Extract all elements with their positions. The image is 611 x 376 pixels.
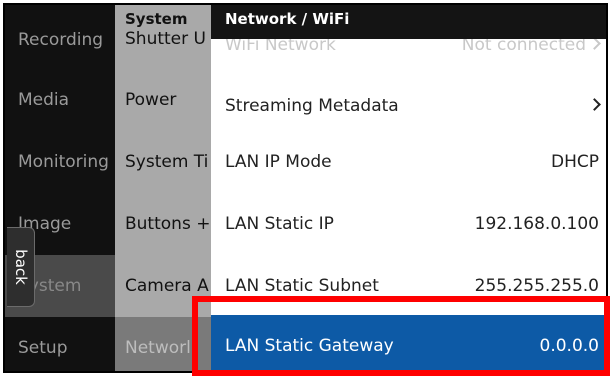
back-button-label: back [11, 249, 30, 285]
setting-value [586, 75, 601, 137]
setting-value: 192.168.0.100 [474, 214, 599, 234]
setting-label: LAN Static Subnet [225, 276, 379, 296]
setting-row-lan-ip-mode[interactable]: LAN IP Mode DHCP [211, 131, 606, 193]
setting-label: LAN IP Mode [225, 152, 332, 172]
setting-value: DHCP [551, 152, 599, 172]
setting-label: LAN Static IP [225, 214, 334, 234]
setting-label: Streaming Metadata [225, 96, 399, 116]
submenu-item-system-time[interactable]: System Ti [115, 131, 215, 193]
submenu-item-camera[interactable]: Camera A [115, 255, 215, 317]
setting-row-streaming-metadata[interactable]: Streaming Metadata [211, 75, 606, 137]
setting-value: 0.0.0.0 [539, 336, 599, 356]
setting-row-lan-static-ip[interactable]: LAN Static IP 192.168.0.100 [211, 193, 606, 255]
setting-label: LAN Static Gateway [225, 336, 394, 356]
system-submenu: System Shutter U Power System Ti Buttons… [115, 5, 215, 371]
submenu-item-network[interactable]: Networl [115, 317, 215, 371]
chevron-right-icon [588, 97, 601, 111]
setting-value: 255.255.255.0 [474, 276, 599, 296]
setting-row-lan-static-gateway[interactable]: LAN Static Gateway 0.0.0.0 [211, 315, 606, 371]
submenu-item-buttons[interactable]: Buttons + [115, 193, 215, 255]
submenu-item-shutter[interactable]: Shutter U [115, 19, 215, 59]
back-button[interactable]: back [7, 227, 35, 307]
network-settings-panel: WiFi Network Not connected Network / WiF… [211, 5, 606, 371]
setting-row-lan-static-subnet[interactable]: LAN Static Subnet 255.255.255.0 [211, 255, 606, 317]
submenu-item-power[interactable]: Power [115, 69, 215, 131]
panel-title: Network / WiFi [211, 5, 606, 39]
camera-menu-screen: Recording Media Monitoring Image System … [3, 3, 608, 373]
